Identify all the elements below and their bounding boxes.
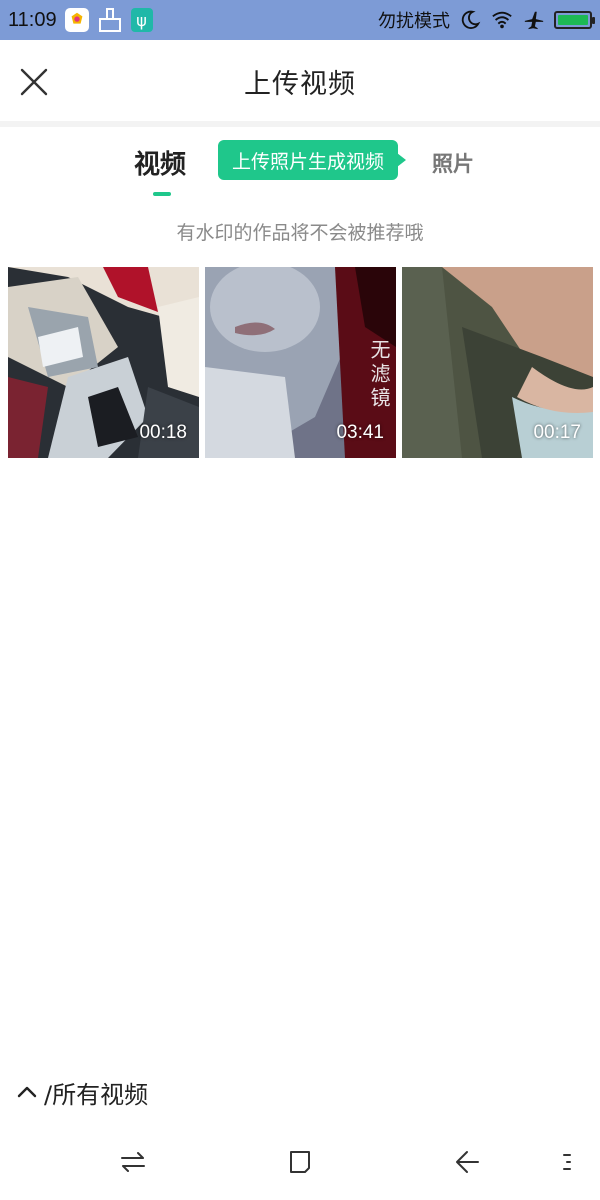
usb-icon: ψ xyxy=(130,8,153,32)
header: 上传视频 xyxy=(0,40,600,122)
photo-to-video-button[interactable]: 上传照片生成视频 xyxy=(218,140,407,180)
battery-icon xyxy=(554,11,595,29)
status-left: 11:09 ψ xyxy=(8,7,153,33)
video-thumbnail-3[interactable]: 00:17 xyxy=(402,267,593,458)
media-tabs: 视频 上传照片生成视频 照片 xyxy=(0,130,600,200)
video-thumbnail-2[interactable]: 无滤镜 03:41 xyxy=(205,267,396,458)
recent-apps-button[interactable] xyxy=(117,1146,149,1178)
close-button[interactable] xyxy=(14,62,54,102)
system-nav-bar xyxy=(0,1122,600,1200)
thumbnail-overlay-text: 无滤镜 xyxy=(367,339,391,411)
status-time: 11:09 xyxy=(8,8,57,31)
clean-icon xyxy=(97,7,123,33)
album-selector[interactable]: /所有视频 xyxy=(16,1072,148,1112)
wifi-icon xyxy=(490,8,514,32)
tab-active-indicator xyxy=(153,192,171,196)
status-right: 勿扰模式 xyxy=(378,7,595,33)
close-icon xyxy=(20,68,48,96)
switch-icon xyxy=(121,1152,145,1172)
airplane-icon xyxy=(522,8,546,32)
header-divider xyxy=(0,121,600,127)
back-icon xyxy=(456,1151,479,1173)
page-title: 上传视频 xyxy=(244,68,356,100)
home-button[interactable] xyxy=(284,1146,316,1178)
status-bar: 11:09 ψ 勿扰模式 xyxy=(0,0,600,40)
photo-to-video-label: 上传照片生成视频 xyxy=(232,150,385,173)
watermark-note: 有水印的作品将不会被推荐哦 xyxy=(176,222,424,244)
video-duration: 00:18 xyxy=(139,422,187,443)
menu-button[interactable] xyxy=(551,1146,583,1178)
moon-icon xyxy=(458,8,482,32)
menu-icon xyxy=(563,1154,571,1170)
video-thumbnail-1[interactable]: 00:18 xyxy=(8,267,199,458)
video-duration: 00:17 xyxy=(533,422,581,443)
app-badge-icon xyxy=(64,8,89,32)
video-duration: 03:41 xyxy=(336,422,384,443)
tab-photo[interactable]: 照片 xyxy=(432,148,474,178)
back-button[interactable] xyxy=(451,1146,483,1178)
dnd-label: 勿扰模式 xyxy=(378,11,450,32)
album-label: /所有视频 xyxy=(44,1080,149,1109)
chevron-up-icon xyxy=(16,1081,38,1103)
video-grid: 00:18 无滤镜 03:41 00:17 xyxy=(8,267,596,459)
home-icon xyxy=(290,1151,310,1173)
battery-fill xyxy=(558,15,588,25)
tab-video[interactable]: 视频 xyxy=(134,144,186,181)
